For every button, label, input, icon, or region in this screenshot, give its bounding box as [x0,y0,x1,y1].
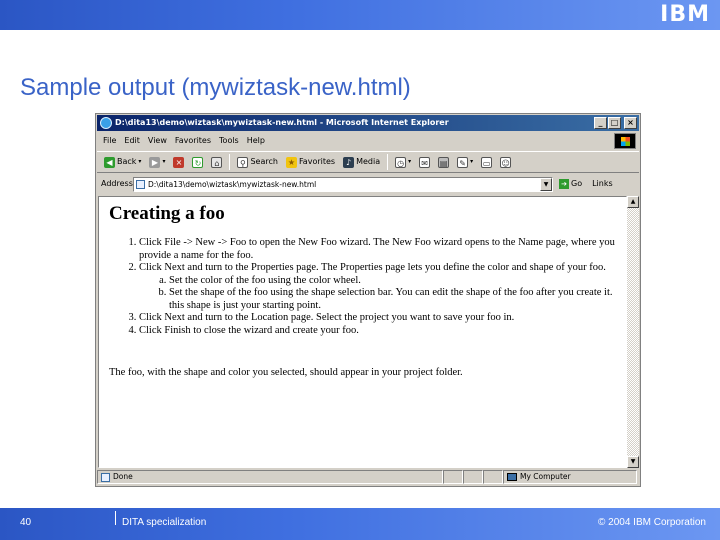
menu-view[interactable]: View [148,132,175,150]
my-computer-icon [507,473,517,481]
browser-window: D:\dita13\demo\wiztask\mywiztask-new.htm… [95,113,641,487]
window-controls: _ □ × [594,117,637,129]
vertical-scrollbar[interactable]: ▲ ▼ [627,196,639,468]
status-pane [463,470,483,484]
media-button[interactable]: ♪ Media [340,152,383,172]
forward-arrow-icon: ▶ [149,156,161,168]
step-item: Click Finish to close the wizard and cre… [139,325,616,338]
search-label: Search [250,157,278,166]
footer-title: DITA specialization [122,517,207,528]
slide-title: Sample output (mywiztask-new.html) [20,74,411,101]
steps-list: Click File -> New -> Foo to open the New… [109,237,616,337]
toolbar-separator [387,154,389,170]
substep-item: Set the shape of the foo using the shape… [169,287,616,312]
dropdown-arrow-icon: ▾ [138,158,142,165]
discuss-button[interactable]: ▭ [478,156,495,168]
page-content: Creating a foo Click File -> New -> Foo … [98,196,627,468]
scroll-down-arrow-icon[interactable]: ▼ [627,456,639,468]
minimize-button[interactable]: _ [594,117,607,129]
page-done-icon [101,472,110,482]
media-label: Media [356,157,381,166]
document-title: Creating a foo [109,203,225,224]
address-bar: Address D:\dita13\demo\wiztask\mywiztask… [97,174,639,194]
edit-button[interactable]: ✎ ▾ [454,152,476,172]
mail-icon: ✉ [419,156,431,168]
status-message: Done [97,470,443,484]
step-text: Click Next and turn to the Properties pa… [139,262,606,273]
address-value: D:\dita13\demo\wiztask\mywiztask-new.htm… [148,179,317,189]
search-icon: ⚲ [237,156,249,168]
toolbar-separator [229,154,231,170]
menu-bar: File Edit View Favorites Tools Help [97,132,639,150]
windows-logo-icon [614,133,636,149]
back-arrow-icon: ◀ [104,156,115,168]
search-button[interactable]: ⚲ Search [234,152,280,172]
ibm-logo: IBM [660,2,710,27]
messenger-button[interactable]: ☺ [497,156,514,168]
home-icon: ⌂ [211,156,223,168]
footer-divider [115,511,116,525]
substeps-list: Set the color of the foo using the color… [139,275,616,313]
menu-file[interactable]: File [103,132,124,150]
substep-item: Set the color of the foo using the color… [169,275,616,288]
step-item: Click Next and turn to the Location page… [139,312,616,325]
favorites-label: Favorites [298,157,336,166]
standard-toolbar: ◀ Back ▾ ▶ ▾ × ↻ ⌂ ⚲ Search ★ Favorites … [97,151,639,173]
stop-icon: × [173,156,185,168]
dropdown-arrow-icon: ▾ [408,158,412,165]
ie-app-icon [100,117,112,129]
address-dropdown-arrow-icon[interactable]: ▼ [540,177,552,191]
close-button[interactable]: × [624,117,637,129]
media-icon: ♪ [343,156,355,168]
status-text: Done [113,472,133,481]
slide-header-bar [0,0,720,30]
maximize-button[interactable]: □ [608,117,621,129]
links-button[interactable]: Links [592,174,613,194]
zone-text: My Computer [520,472,571,481]
status-pane [483,470,503,484]
window-titlebar[interactable]: D:\dita13\demo\wiztask\mywiztask-new.htm… [97,115,639,131]
mail-button[interactable]: ✉ [416,156,433,168]
menu-tools[interactable]: Tools [219,132,247,150]
dropdown-arrow-icon: ▾ [470,158,474,165]
result-text: The foo, with the shape and color you se… [109,367,463,378]
status-pane [443,470,463,484]
print-icon: ▤ [438,156,450,168]
status-bar: Done My Computer [97,470,639,486]
menu-favorites[interactable]: Favorites [175,132,219,150]
go-arrow-icon: ➔ [559,179,569,189]
edit-page-icon: ✎ [457,156,469,168]
back-label: Back [117,157,137,166]
favorites-button[interactable]: ★ Favorites [283,152,338,172]
step-item: Click Next and turn to the Properties pa… [139,262,616,312]
dropdown-arrow-icon: ▾ [162,158,166,165]
page-icon [136,179,145,189]
page-number: 40 [20,517,32,528]
step-item: Click File -> New -> Foo to open the New… [139,237,616,262]
scroll-up-arrow-icon[interactable]: ▲ [627,196,639,208]
menu-help[interactable]: Help [247,132,273,150]
footer-copyright: © 2004 IBM Corporation [598,517,706,528]
security-zone: My Computer [503,470,637,484]
home-button[interactable]: ⌂ [208,156,225,168]
history-icon: ◷ [395,156,407,168]
go-button[interactable]: ➔ Go [559,174,582,194]
address-label: Address [101,179,133,188]
address-input[interactable]: D:\dita13\demo\wiztask\mywiztask-new.htm… [133,176,553,192]
print-button[interactable]: ▤ [435,156,452,168]
back-button[interactable]: ◀ Back ▾ [101,152,144,172]
window-title: D:\dita13\demo\wiztask\mywiztask-new.htm… [115,118,449,127]
menu-edit[interactable]: Edit [124,132,148,150]
discuss-icon: ▭ [481,156,493,168]
messenger-icon: ☺ [500,156,512,168]
history-button[interactable]: ◷ ▾ [392,152,414,172]
go-label: Go [571,179,583,188]
favorites-star-icon: ★ [285,156,297,168]
refresh-button[interactable]: ↻ [189,156,206,168]
forward-button[interactable]: ▶ ▾ [146,152,168,172]
refresh-icon: ↻ [192,156,204,168]
stop-button[interactable]: × [170,156,187,168]
